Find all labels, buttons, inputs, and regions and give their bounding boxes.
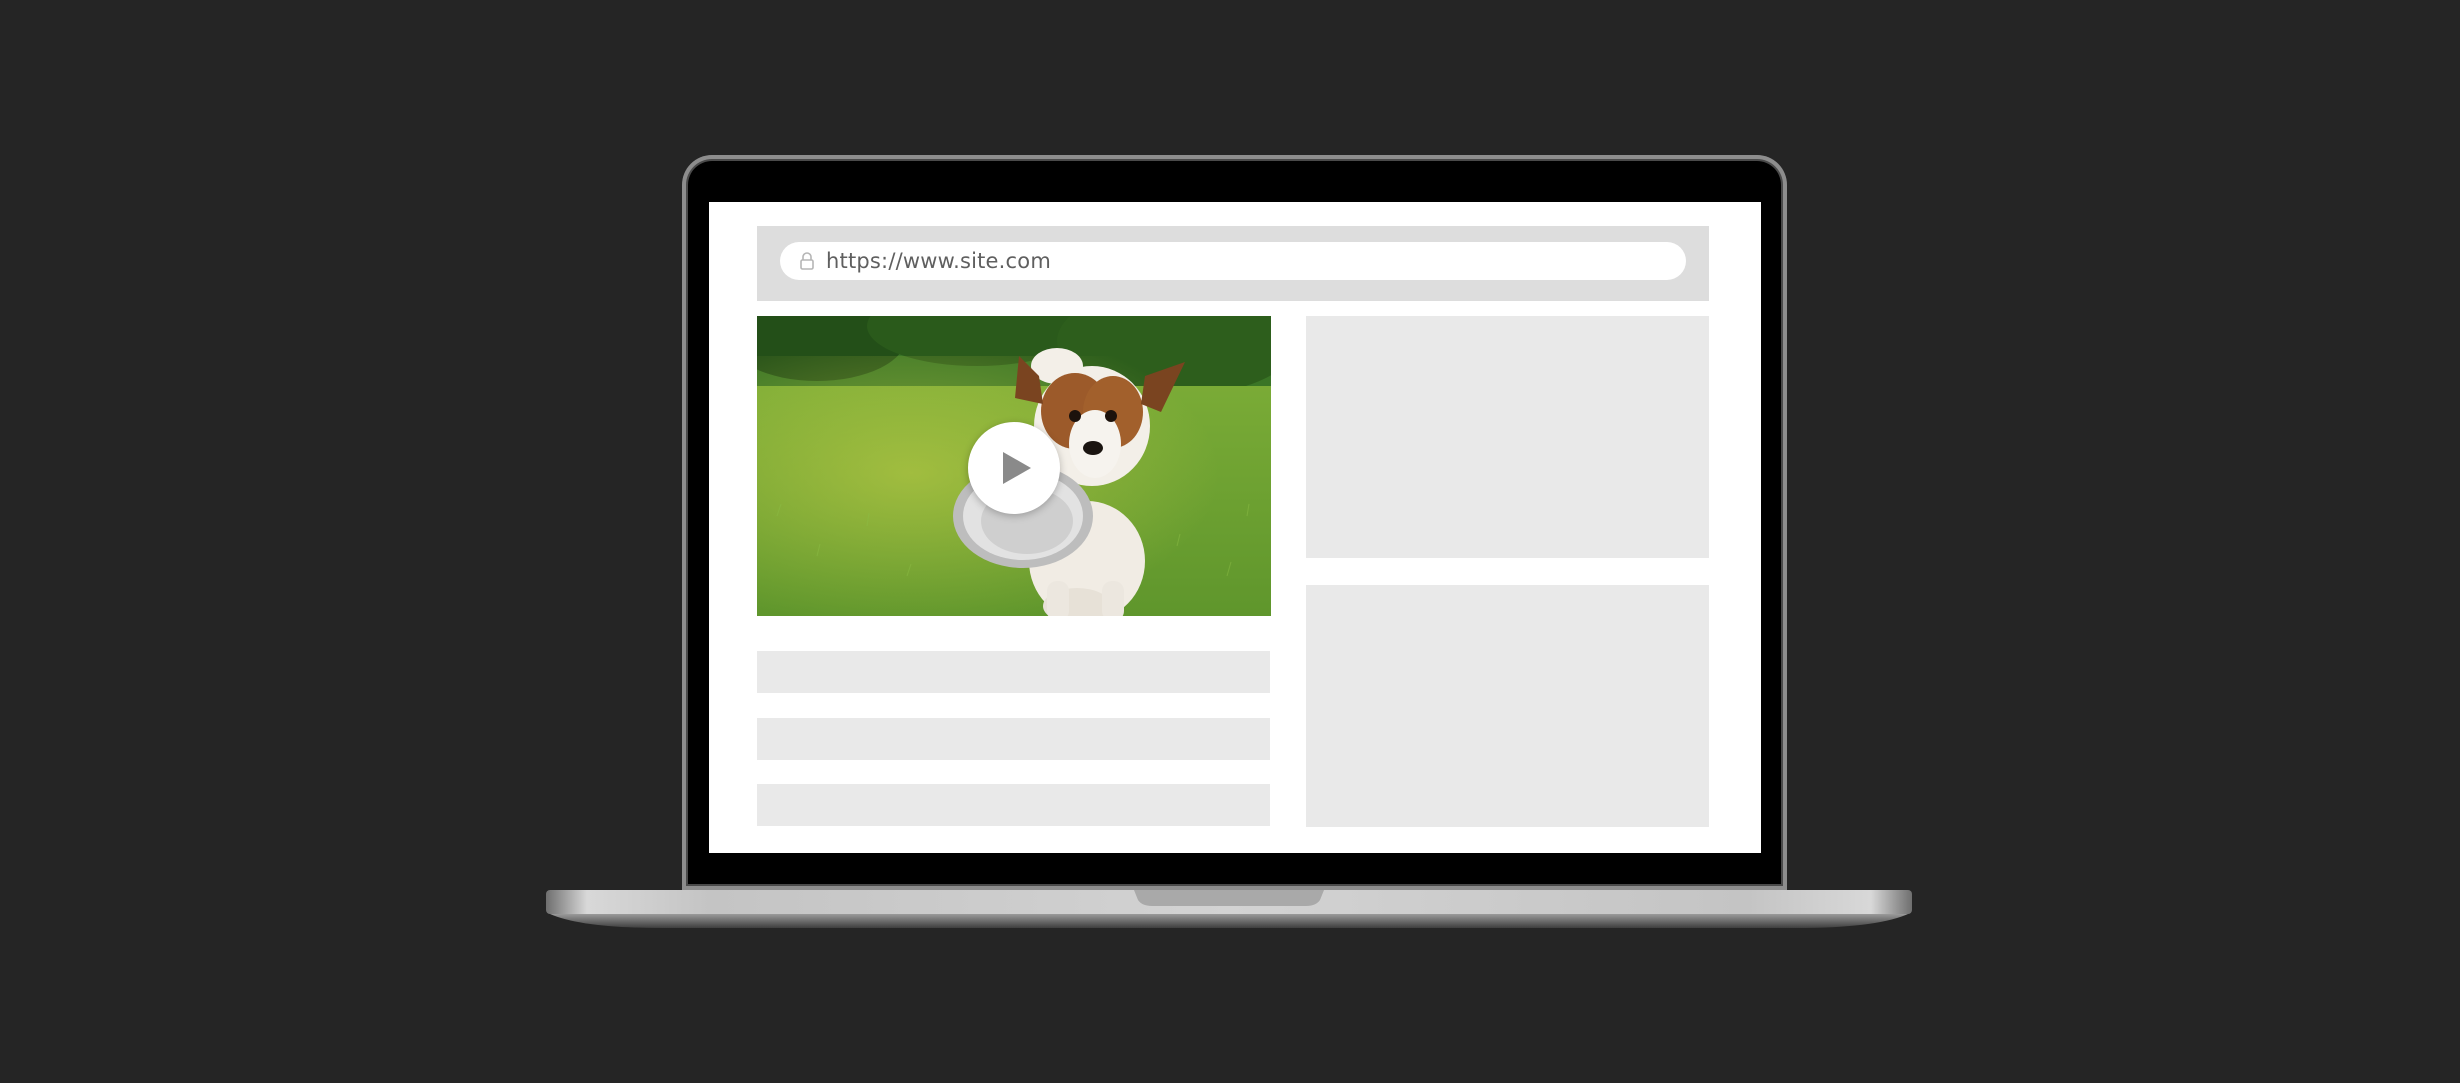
video-player[interactable] [757,316,1271,616]
sidebar-placeholder-bottom [1306,585,1709,827]
url-text[interactable]: https://www.site.com [826,249,1051,273]
play-icon [1003,452,1031,484]
laptop-base [546,890,1912,928]
stage: https://www.site.com [0,0,2460,1083]
laptop-screen: https://www.site.com [709,202,1761,853]
play-button[interactable] [968,422,1060,514]
address-bar[interactable]: https://www.site.com [780,242,1686,280]
sidebar-placeholder-top [1306,316,1709,558]
content-placeholder-line-1 [757,651,1270,693]
lock-icon [800,252,814,270]
content-placeholder-line-3 [757,784,1270,826]
content-placeholder-line-2 [757,718,1270,760]
address-bar-container: https://www.site.com [757,226,1709,301]
